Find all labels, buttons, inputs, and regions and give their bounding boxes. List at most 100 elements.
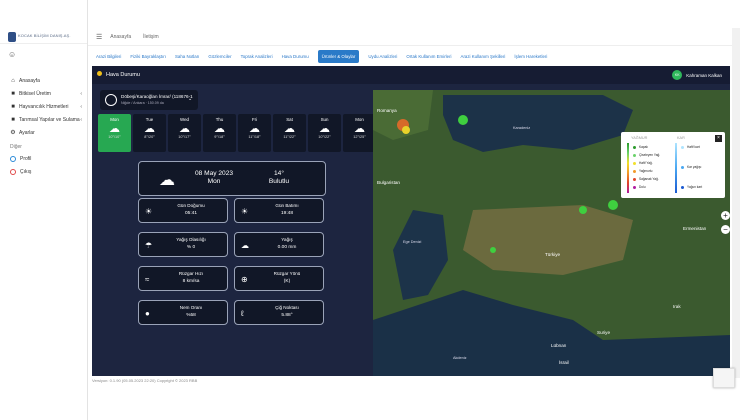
sidebar-item-label: Tarımsal Yapılar ve Sulama <box>19 116 80 123</box>
user-name[interactable]: Kahraman Kalkan <box>686 73 722 78</box>
current-temp: 14° <box>274 170 284 177</box>
rain-cloud-icon: ☁ <box>241 241 249 250</box>
legend-item: Hafif Yağ. <box>633 161 653 165</box>
map-label: İsrail <box>559 360 569 365</box>
cloud-icon: ☁ <box>319 123 330 135</box>
brand: KOCAK BİLİŞİM DANIŞ.AŞ. <box>0 0 87 44</box>
sidebar-section-title: Diğer <box>10 144 22 150</box>
sun-icon <box>97 70 102 76</box>
sidebar-item-ayarlar[interactable]: ⚙ Ayarlar <box>0 126 88 139</box>
close-icon[interactable]: × <box>715 135 722 142</box>
sidebar-item-anasayfa[interactable]: ⌂ Anasayfa <box>0 74 88 87</box>
forecast-day[interactable]: Sun ☁ 10°/22° <box>308 114 341 152</box>
sidebar-item-tarimsal-yapilar[interactable]: ■ Tarımsal Yapılar ve Sulama ‹ <box>0 113 88 126</box>
map-label: Ege Denizi <box>403 240 422 244</box>
radar-cell <box>608 200 618 210</box>
cloud-icon: ☁ <box>249 123 260 135</box>
current-condition: 14° Bulutlu <box>259 170 299 186</box>
tab-arazi-bilgileri[interactable]: Arazi Bilgileri <box>96 50 121 63</box>
map-label: Karadeniz <box>513 126 531 130</box>
tab-gozlemciler[interactable]: Gözlemciler <box>208 50 231 63</box>
stat-label: Nem Oranı <box>179 305 203 310</box>
forecast-day[interactable]: Wed ☁ 10°/17° <box>168 114 201 152</box>
user-icon[interactable]: ☺ <box>8 50 16 59</box>
cloud-icon: ☁ <box>109 123 120 135</box>
cloud-icon: ☁ <box>284 123 295 135</box>
tab-ortak-kullanim[interactable]: Ortak Kullanım Emirleri <box>406 50 451 63</box>
topbar-link-anasayfa[interactable]: Anasayfa <box>110 34 131 40</box>
forecast-day[interactable]: Tue ☁ 8°/20° <box>133 114 166 152</box>
topbar-link-iletisim[interactable]: İletişim <box>143 34 159 40</box>
map-label: Akdeniz <box>453 356 467 360</box>
forecast-day[interactable]: Mon ☁ 10°/10° <box>98 114 131 152</box>
current-date: 08 May 2023 Mon <box>191 170 237 186</box>
circle-icon <box>10 168 16 175</box>
folder-icon: ■ <box>11 103 15 110</box>
sidebar-item-hayvancilik[interactable]: ■ Hayvancılık Hizmetleri ‹ <box>0 100 88 113</box>
tab-hava-durumu[interactable]: Hava Durumu <box>282 50 309 63</box>
stat-card-humidity: ● Nem Oranı %58 <box>138 300 228 325</box>
zoom-in-button[interactable]: + <box>721 211 730 220</box>
recaptcha-badge[interactable] <box>713 368 735 388</box>
menu-toggle-icon[interactable]: ☰ <box>96 33 102 41</box>
radar-cell <box>402 126 410 134</box>
sidebar-item-cikis[interactable]: Çıkış <box>0 165 88 178</box>
humidity-icon: ● <box>145 309 150 318</box>
map-label: Irak <box>673 304 681 309</box>
forecast-day-temp: 10°/22° <box>318 135 331 139</box>
sidebar-nav: ⌂ Anasayfa ■ Bitkisel Üretim ‹ ■ Hayvanc… <box>0 74 88 178</box>
forecast-day[interactable]: Mon ☁ 12°/25° <box>343 114 376 152</box>
avatar[interactable]: KK <box>672 70 683 80</box>
stat-label: Yağış Olasılığı <box>176 237 206 242</box>
tab-uydu-analizleri[interactable]: Uydu Analizleri <box>368 50 397 63</box>
stat-label: Yağış <box>281 237 293 242</box>
forecast-day[interactable]: Sat ☁ 11°/22° <box>273 114 306 152</box>
scrollbar[interactable] <box>732 28 740 378</box>
tab-islem-hareketleri[interactable]: İşlem Hareketleri <box>514 50 547 63</box>
current-condition-text: Bulutlu <box>268 178 290 185</box>
tab-fiziki-bayraklastiri[interactable]: Fiziki Bayraklaştırı <box>130 50 166 63</box>
map-label: Türkiye <box>545 252 561 257</box>
weather-panel: Hava Durumu KK Kahraman Kalkan Döbeşi/Ka… <box>92 66 730 376</box>
forecast-day[interactable]: Fri ☁ 11°/18° <box>238 114 271 152</box>
radar-map[interactable]: Romanya Bulgaristan Türkiye Ermenistan S… <box>373 90 730 376</box>
radar-cell <box>458 115 468 125</box>
legend-item: Yağmurlu <box>633 169 652 173</box>
stat-value: % 0 <box>186 245 196 250</box>
stat-label: Çiğ Noktası <box>275 305 299 310</box>
location-selector[interactable]: Döbeşi/Karaoğlan İmrar/ (118676-1 Niğde … <box>100 90 198 110</box>
legend-snow-title: KAR <box>677 136 685 140</box>
cloud-icon: ☁ <box>159 172 175 189</box>
tab-saha-notlari[interactable]: Saha Notları <box>175 50 199 63</box>
zoom-out-button[interactable]: − <box>721 225 730 234</box>
stat-label: Gün Batımı <box>275 203 299 208</box>
forecast-day-temp: 12°/25° <box>353 135 366 139</box>
sidebar-item-bitkisel-uretim[interactable]: ■ Bitkisel Üretim ‹ <box>0 87 88 100</box>
radar-cell <box>579 206 587 214</box>
circle-icon <box>10 155 16 162</box>
map-label: Suriye <box>597 330 611 335</box>
legend-item: Sağanak Yağ. <box>633 177 659 181</box>
legend-item: Kar yağışı <box>681 165 701 169</box>
home-icon: ⌂ <box>11 77 15 84</box>
tab-urunler-olaylar[interactable]: Ürünler & Olaylar <box>317 49 360 63</box>
sidebar-item-label: Anasayfa <box>19 77 40 84</box>
compass-icon: ⊕ <box>241 275 248 284</box>
stat-label: Rüzgar Hızı <box>178 271 204 276</box>
footer-version: Versiyon: 0.1.90 (05.05.2023 22:20) Copy… <box>92 378 198 383</box>
tab-arazi-kullanim[interactable]: Arazi Kullanım Şekilleri <box>461 50 506 63</box>
forecast-day-temp: 8°/20° <box>144 135 155 139</box>
forecast-day-temp: 10°/10° <box>108 135 121 139</box>
stat-value: 19:48 <box>280 211 293 216</box>
stat-card-wind-direction: ⊕ Rüzgar Yönü (K) <box>234 266 324 291</box>
cloud-icon: ☁ <box>214 123 225 135</box>
current-date-text: 08 May 2023 <box>194 170 234 177</box>
forecast-strip: Mon ☁ 10°/10° Tue ☁ 8°/20° Wed ☁ 10°/17° Thu ☁ 9… <box>98 114 378 152</box>
legend-rain-scale <box>627 143 629 193</box>
umbrella-icon: ☂ <box>145 241 153 250</box>
forecast-day[interactable]: Thu ☁ 9°/18° <box>203 114 236 152</box>
sidebar-item-profil[interactable]: Profil <box>0 152 88 165</box>
tab-toprak-analizleri[interactable]: Toprak Analizleri <box>241 50 273 63</box>
forecast-day-temp: 10°/17° <box>178 135 191 139</box>
stat-card-wind-speed: ≈ Rüzgar Hızı 8 km/sa <box>138 266 228 291</box>
